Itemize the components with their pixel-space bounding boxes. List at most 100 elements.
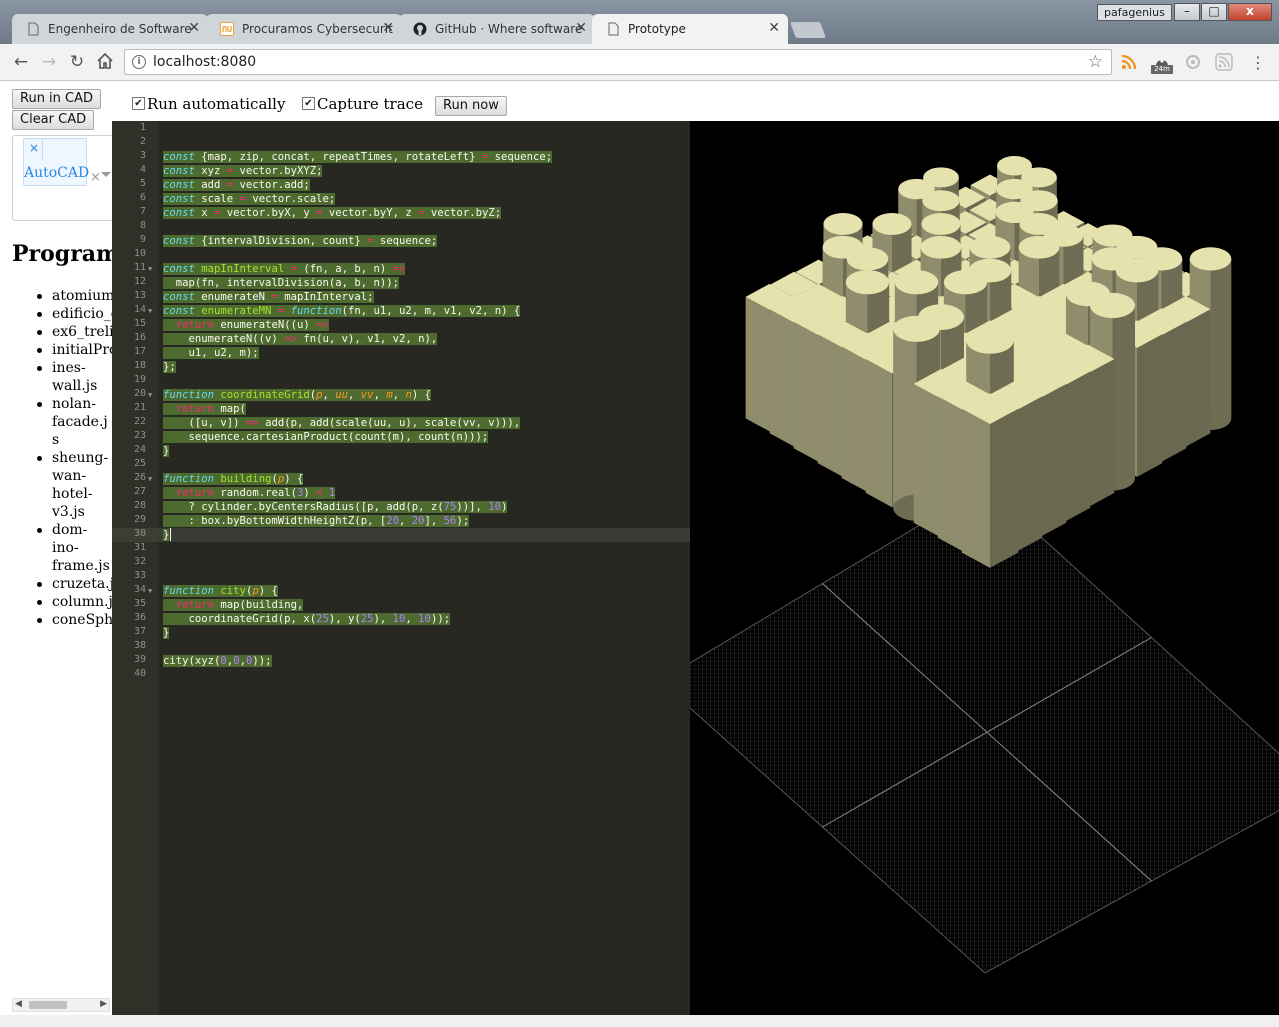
maximize-button[interactable]: □ [1201, 3, 1227, 21]
chip-remove-icon[interactable]: × [29, 141, 39, 155]
cad-select[interactable]: × AutoCAD × [12, 135, 112, 221]
line-number: 17 [133, 346, 146, 357]
line-number: 27 [133, 486, 146, 497]
github-icon [413, 22, 427, 36]
close-icon[interactable]: ✕ [382, 20, 394, 36]
code-line: const enumerateMN = function(fn, u1, u2,… [163, 305, 521, 317]
line-number: 6 [139, 192, 146, 203]
fold-toggle-icon[interactable]: ▼ [148, 307, 152, 315]
menu-icon[interactable]: ⋮ [1249, 53, 1267, 72]
tab-engenheiro[interactable]: Engenheiro de Software ✕ [12, 14, 208, 44]
run-automatically-checkbox[interactable]: ✔ [132, 97, 145, 110]
program-list-item[interactable]: dom-ino-frame.js [37, 521, 112, 575]
reload-icon[interactable]: ↻ [67, 52, 87, 72]
fold-toggle-icon[interactable]: ▼ [148, 391, 152, 399]
fold-toggle-icon[interactable]: ▼ [148, 475, 152, 483]
horizontal-scrollbar[interactable]: ◀ ▶ [12, 998, 110, 1012]
line-number: 24 [133, 444, 146, 455]
address-bar[interactable]: i localhost:8080 ☆ [124, 49, 1112, 75]
scroll-right-icon[interactable]: ▶ [100, 999, 107, 1009]
close-icon[interactable]: ✕ [188, 20, 200, 36]
line-number: 10 [133, 248, 146, 259]
code-line: const add = vector.add; [163, 179, 310, 191]
home-icon[interactable] [95, 52, 115, 72]
program-list-item[interactable]: edificio_c [37, 305, 112, 323]
info-icon[interactable]: i [132, 55, 146, 69]
back-icon[interactable]: ← [11, 52, 31, 72]
line-number: 18 [133, 360, 146, 371]
close-icon[interactable]: ✕ [575, 20, 587, 36]
line-number: 34 [133, 584, 146, 595]
feed-extension-icon[interactable] [1215, 53, 1233, 71]
program-list-item[interactable]: initialPro [37, 341, 112, 359]
line-number: 32 [133, 556, 146, 567]
line-number: 40 [133, 668, 146, 679]
user-profile-badge[interactable]: pafagenius [1097, 4, 1172, 21]
scroll-left-icon[interactable]: ◀ [15, 999, 22, 1009]
close-icon[interactable]: ✕ [768, 20, 780, 36]
line-number: 2 [139, 136, 146, 147]
bookmark-star-icon[interactable]: ☆ [1088, 52, 1103, 72]
code-line: u1, u2, m); [163, 347, 259, 359]
left-sidebar: Run in CAD Clear CAD × AutoCAD × Program… [0, 81, 112, 1015]
line-number: 3 [139, 150, 146, 161]
editor-text-area[interactable]: const {map, zip, concat, repeatTimes, ro… [158, 121, 690, 1015]
code-line: const xyz = vector.byXYZ; [163, 165, 323, 177]
program-list-item[interactable]: ines-wall.js [37, 359, 112, 395]
tab-github[interactable]: GitHub · Where software ✕ [399, 14, 595, 44]
tab-procuramos[interactable]: Procuramos Cybersecurit ✕ [206, 14, 402, 44]
city-scene [690, 156, 1279, 974]
rss-icon[interactable] [1120, 53, 1138, 71]
code-line: sequence.cartesianProduct(count(m), coun… [163, 431, 489, 443]
programs-list: atomium.edificio_cex6_trelicinitialProin… [0, 287, 112, 629]
line-number: 19 [133, 374, 146, 385]
code-line: function building(p) { [163, 473, 304, 485]
settings-extension-icon[interactable] [1184, 53, 1202, 71]
scrollbar-thumb[interactable] [29, 1001, 67, 1009]
capture-trace-checkbox[interactable]: ✔ [302, 97, 315, 110]
run-in-cad-button[interactable]: Run in CAD [12, 89, 102, 109]
code-line: return map(building, [163, 598, 304, 612]
program-list-item[interactable]: coneSphe [37, 611, 112, 629]
forward-icon[interactable]: → [39, 52, 59, 72]
code-line: } [163, 529, 170, 541]
code-line: return enumerateN((u) => [163, 318, 329, 332]
program-list-item[interactable]: atomium. [37, 287, 112, 305]
box-building [961, 393, 1019, 568]
3d-viewport[interactable] [690, 121, 1279, 1015]
chevron-down-icon[interactable] [101, 172, 111, 177]
program-list-item[interactable]: ex6_trelic [37, 323, 112, 341]
timer-extension-icon[interactable]: 24m [1151, 53, 1173, 74]
fold-toggle-icon[interactable]: ▼ [148, 265, 152, 273]
buildings-group [745, 156, 1232, 568]
line-number: 1 [139, 122, 146, 133]
run-now-button[interactable]: Run now [435, 96, 507, 116]
program-list-item[interactable]: column.js [37, 593, 112, 611]
line-number: 5 [139, 178, 146, 189]
clear-cad-button[interactable]: Clear CAD [12, 110, 95, 130]
program-list-item[interactable]: nolan-facade.js [37, 395, 112, 449]
page-icon [28, 22, 39, 36]
run-automatically-label: Run automatically [147, 95, 286, 113]
line-number: 15 [133, 318, 146, 329]
program-list-item[interactable]: cruzeta.js [37, 575, 112, 593]
select-clear-icon[interactable]: × [90, 170, 101, 185]
close-window-button[interactable]: x [1228, 3, 1272, 21]
code-line: }; [163, 361, 176, 373]
line-number: 37 [133, 626, 146, 637]
new-tab-button[interactable] [790, 22, 826, 38]
line-number: 22 [133, 416, 146, 427]
tab-title: GitHub · Where software [435, 22, 583, 36]
tab-title: Engenheiro de Software [48, 22, 192, 36]
code-line: function city(p) { [163, 585, 278, 597]
fold-toggle-icon[interactable]: ▼ [148, 587, 152, 595]
program-list-item[interactable]: sheung-wan-hotel-v3.js [37, 449, 112, 521]
minimize-button[interactable]: – [1174, 3, 1200, 21]
editor-gutter: 1 2 3 4 5 6 7 8 9 10 11 ▼ 12 13 14 ▼ 15 16 17 18 19 20 ▼ 21 22 23… [112, 121, 158, 1015]
line-number: 39 [133, 654, 146, 665]
url-text: localhost:8080 [153, 54, 257, 70]
code-editor[interactable]: 1 2 3 4 5 6 7 8 9 10 11 ▼ 12 13 14 ▼ 15 16 17 18 19 20 ▼ 21 22 23… [112, 121, 690, 1015]
code-line: return random.real(3) < 1 [163, 486, 336, 500]
tab-title: Prototype [628, 22, 686, 36]
tab-prototype[interactable]: Prototype ✕ [592, 14, 788, 44]
